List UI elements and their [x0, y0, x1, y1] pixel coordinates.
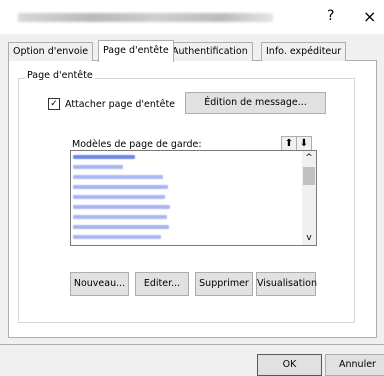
close-button[interactable]: ×	[363, 7, 376, 26]
templates-list-label: Modèles de page de garde:	[72, 139, 202, 150]
list-item[interactable]	[73, 215, 167, 219]
ok-button[interactable]: OK	[257, 354, 322, 376]
scroll-down-icon[interactable]: v	[302, 232, 316, 244]
list-item[interactable]	[73, 155, 135, 159]
list-item[interactable]	[73, 175, 163, 179]
tab-cover-page[interactable]: Page d'entête	[98, 40, 174, 62]
attach-cover-page-checkbox[interactable]: ✓	[48, 98, 60, 110]
list-item[interactable]	[73, 235, 161, 239]
list-item[interactable]	[73, 225, 169, 229]
edit-button[interactable]: Editer...	[135, 272, 189, 296]
tab-send-options[interactable]: Option d'envoie	[8, 42, 94, 61]
list-item[interactable]	[73, 205, 170, 209]
window-title-redacted	[18, 13, 273, 22]
footer-divider	[0, 344, 384, 345]
title-bar: ? ×	[0, 0, 384, 34]
templates-listbox[interactable]: ^ v	[70, 150, 317, 246]
list-item[interactable]	[73, 195, 165, 199]
new-button[interactable]: Nouveau...	[70, 272, 129, 296]
scrollbar-thumb[interactable]	[303, 167, 315, 185]
tab-sender-info[interactable]: Info. expéditeur	[261, 42, 347, 61]
tab-authentication[interactable]: Authentification	[167, 42, 253, 61]
cancel-button[interactable]: Annuler	[325, 354, 384, 376]
help-button[interactable]: ?	[327, 8, 334, 24]
scroll-up-icon[interactable]: ^	[302, 152, 316, 164]
templates-scrollbar[interactable]: ^ v	[302, 151, 316, 245]
groupbox-title: Page d'entête	[25, 70, 95, 81]
preview-button[interactable]: Visualisation	[256, 272, 317, 296]
attach-cover-page-row[interactable]: ✓ Attacher page d'entête	[48, 98, 175, 110]
attach-cover-page-label: Attacher page d'entête	[65, 98, 176, 110]
edit-message-button[interactable]: Édition de message...	[185, 92, 326, 114]
delete-button[interactable]: Supprimer	[195, 272, 253, 296]
list-item[interactable]	[73, 165, 123, 169]
list-item[interactable]	[73, 185, 168, 189]
